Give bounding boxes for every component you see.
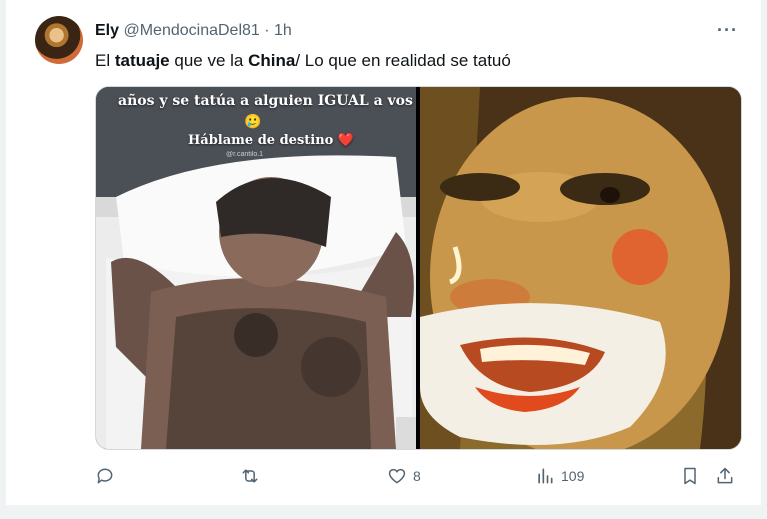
like-icon <box>388 468 406 484</box>
clown-face-illustration <box>420 87 741 449</box>
display-name[interactable]: Ely <box>95 22 119 39</box>
tweet-text-part: El <box>95 51 115 70</box>
retweet-button[interactable] <box>240 461 266 491</box>
share-button[interactable] <box>715 461 735 491</box>
tweet-card[interactable]: Ely @MendocinaDel81 · 1h ··· El tatuaje … <box>20 6 750 506</box>
frame-right <box>761 0 767 519</box>
tweet-text-bold: China <box>248 51 296 70</box>
caption-line2-text: Háblame de destino <box>188 133 334 148</box>
action-bar: 8 109 <box>95 461 750 491</box>
frame-bottom <box>0 505 767 519</box>
timestamp[interactable]: 1h <box>274 22 292 39</box>
retweet-icon <box>242 469 258 483</box>
caption-emoji: 🥲 <box>244 113 262 129</box>
bookmark-icon <box>684 467 696 485</box>
views-button[interactable]: 109 <box>535 461 584 491</box>
view-count: 109 <box>561 468 585 484</box>
heart-emoji: ❤️ <box>337 133 355 148</box>
bookmark-button[interactable] <box>680 461 700 491</box>
avatar[interactable] <box>35 16 83 64</box>
tweet-header: Ely @MendocinaDel81 · 1h <box>95 21 292 41</box>
tweet-text-part: que ve la <box>169 51 249 70</box>
media-image-right[interactable] <box>420 87 741 449</box>
tweet-text-bold: tatuaje <box>114 51 170 70</box>
frame-left <box>0 0 6 519</box>
share-icon <box>717 467 733 484</box>
reply-icon <box>97 468 113 484</box>
tweet-text-part: / Lo que en realidad se tatuó <box>295 51 511 70</box>
like-count: 8 <box>413 468 421 484</box>
user-handle[interactable]: @MendocinaDel81 <box>123 22 259 39</box>
tweet-text: El tatuaje que ve la China/ Lo que en re… <box>95 50 511 72</box>
image-caption-line1: años y se tatúa a alguien IGUAL a vos <box>118 93 413 109</box>
more-icon[interactable]: ··· <box>717 20 738 41</box>
like-button[interactable]: 8 <box>387 461 421 491</box>
image-caption-line2: Háblame de destino ❤️ <box>188 133 354 148</box>
image-watermark: @r.cantilo.1 <box>226 151 264 158</box>
separator-dot: · <box>264 22 270 39</box>
views-icon <box>538 468 553 484</box>
media-image-left[interactable]: años y se tatúa a alguien IGUAL a vos 🥲 … <box>96 87 416 449</box>
media-grid[interactable]: años y se tatúa a alguien IGUAL a vos 🥲 … <box>95 86 742 450</box>
reply-button[interactable] <box>95 461 121 491</box>
